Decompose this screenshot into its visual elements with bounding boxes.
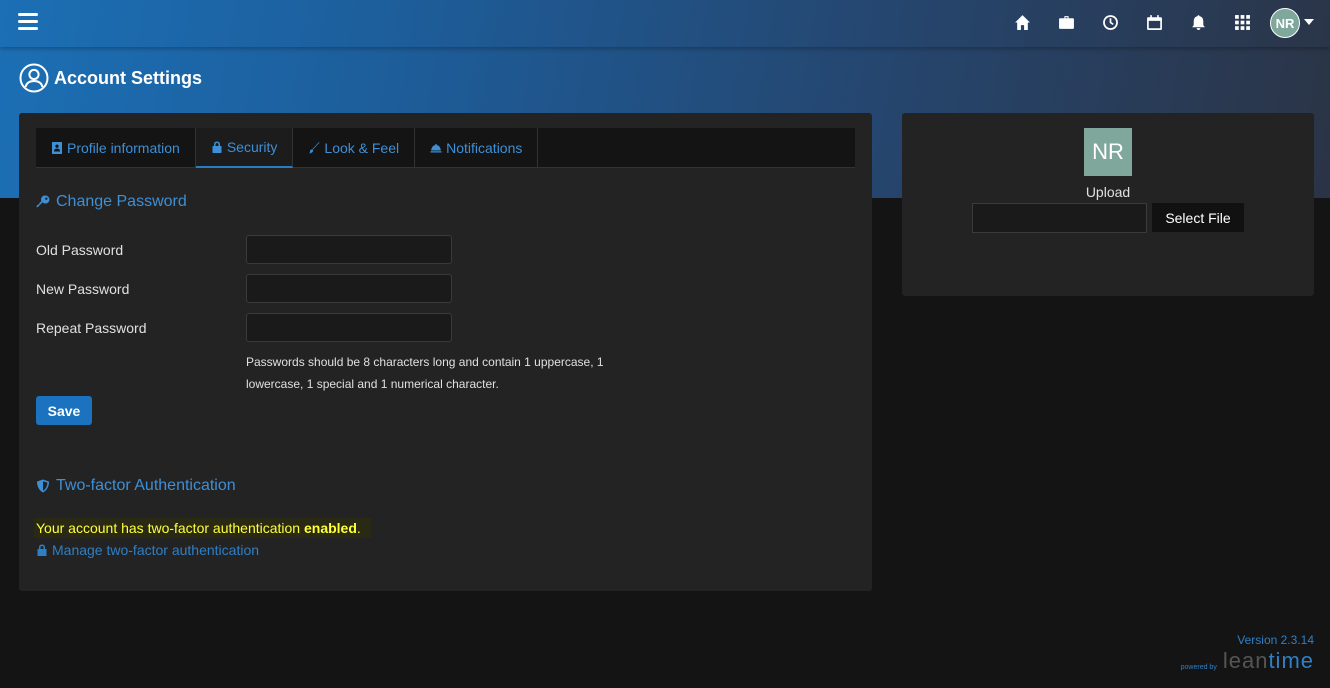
chevron-down-icon[interactable] [1304, 19, 1314, 25]
tab-label: Look & Feel [324, 140, 400, 156]
clock-icon[interactable] [1100, 12, 1120, 32]
change-password-heading: Change Password [36, 193, 187, 211]
tab-label: Profile information [67, 140, 180, 156]
two-factor-heading: Two-factor Authentication [36, 477, 236, 495]
settings-tabs: Profile information Security Look & Feel… [36, 128, 855, 168]
account-settings-card: Profile information Security Look & Feel… [19, 113, 872, 591]
new-password-label: New Password [36, 281, 130, 297]
save-button[interactable]: Save [36, 396, 92, 425]
password-hint: Passwords should be 8 characters long an… [246, 355, 604, 391]
page-title: Account Settings [54, 67, 203, 88]
manage-two-factor-link[interactable]: Manage two-factor authentication [36, 542, 259, 558]
tab-security[interactable]: Security [195, 128, 294, 168]
profile-picture-card: NR Upload Select File [902, 113, 1314, 296]
tab-label: Security [226, 139, 278, 155]
tab-profile-information[interactable]: Profile information [36, 128, 196, 168]
hamburger-menu-icon[interactable] [18, 13, 38, 30]
id-card-icon [52, 142, 62, 154]
two-factor-status-message: Your account has two-factor authenticati… [34, 518, 371, 538]
page-header: Account Settings [19, 63, 202, 93]
lock-icon [37, 544, 47, 556]
calendar-icon[interactable] [1144, 12, 1164, 32]
home-icon[interactable] [1012, 12, 1032, 32]
repeat-password-input[interactable] [246, 313, 452, 342]
old-password-input[interactable] [246, 235, 452, 264]
bell-icon[interactable] [1188, 12, 1208, 32]
file-path-input[interactable] [972, 203, 1147, 233]
leantime-logo[interactable]: leantime [1223, 648, 1314, 674]
user-avatar[interactable]: NR [1270, 8, 1300, 38]
bell-service-icon [430, 144, 442, 153]
two-factor-status: enabled [303, 520, 357, 536]
key-icon [36, 195, 50, 208]
profile-avatar: NR [1084, 128, 1132, 176]
lock-icon [212, 141, 222, 153]
tab-notifications[interactable]: Notifications [415, 128, 539, 168]
new-password-input[interactable] [246, 274, 452, 303]
briefcase-icon[interactable] [1056, 12, 1076, 32]
apps-grid-icon[interactable] [1232, 12, 1252, 32]
select-file-button[interactable]: Select File [1152, 203, 1244, 232]
tab-look-and-feel[interactable]: Look & Feel [293, 128, 416, 168]
version-label: Version 2.3.14 [1237, 633, 1314, 647]
nav-icons [1012, 12, 1276, 32]
powered-by: powered by leantime [1181, 648, 1314, 674]
powered-by-label: powered by [1180, 664, 1217, 671]
shield-icon [37, 479, 49, 493]
top-navbar: NR [0, 0, 1330, 47]
tab-label: Notifications [446, 140, 523, 156]
upload-label: Upload [1085, 184, 1131, 200]
old-password-label: Old Password [36, 242, 124, 258]
user-circle-icon [19, 63, 49, 93]
brush-icon [309, 142, 320, 154]
repeat-password-label: Repeat Password [36, 320, 147, 336]
